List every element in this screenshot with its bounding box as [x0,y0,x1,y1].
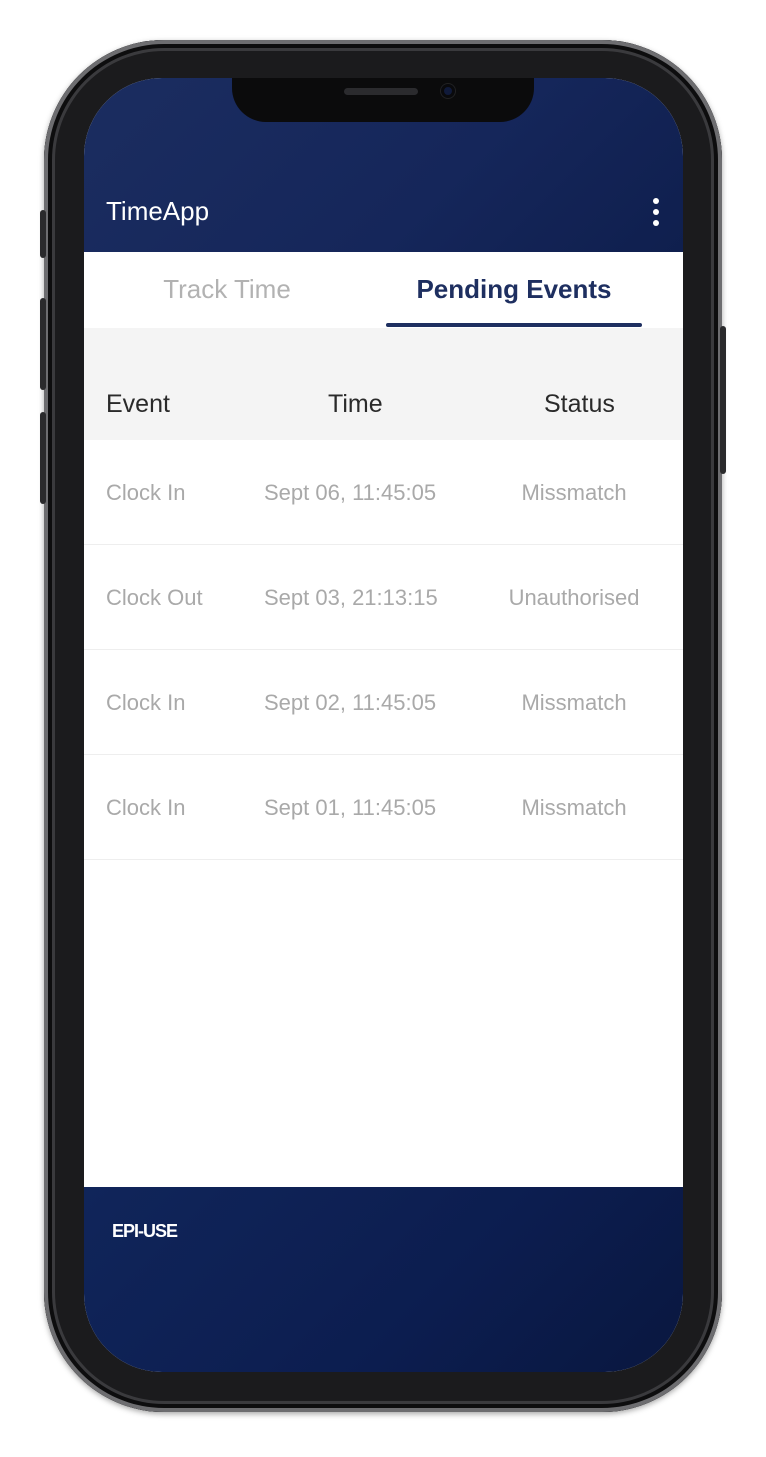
event-cell: Clock In [106,480,186,505]
footer: EPI-USE [84,1187,683,1372]
event-cell: Clock In [106,690,186,715]
time-cell: Sept 03, 21:13:15 [264,585,438,610]
table-row[interactable]: Clock In Sept 02, 11:45:05 Missmatch [84,650,683,755]
phone-side-button [40,210,46,258]
column-header-status: Status [544,390,615,418]
speaker [344,88,418,95]
table-row[interactable]: Clock In Sept 06, 11:45:05 Missmatch [84,440,683,545]
phone-screen: TimeApp Track Time Pending Events Event … [84,78,683,1372]
app-title: TimeApp [106,196,210,226]
status-cell: Missmatch [521,480,627,505]
tab-pending-events[interactable]: Pending Events [386,274,642,305]
event-cell: Clock In [106,795,186,820]
column-header-event: Event [106,390,170,418]
tab-bar: Track Time Pending Events [84,252,683,328]
event-cell: Clock Out [106,585,203,610]
notch [232,78,534,122]
time-cell: Sept 06, 11:45:05 [264,480,437,505]
status-cell: Missmatch [521,690,627,715]
phone-side-button [720,326,726,474]
table-row[interactable]: Clock In Sept 01, 11:45:05 Missmatch [84,755,683,860]
camera [441,84,455,98]
phone-side-button [40,298,46,390]
app-bar: TimeApp [84,78,683,252]
time-cell: Sept 02, 11:45:05 [264,690,437,715]
column-header-time: Time [328,390,383,418]
status-cell: Unauthorised [508,585,640,610]
company-logo: EPI-USE [112,1221,178,1241]
time-cell: Sept 01, 11:45:05 [264,795,437,820]
phone-side-button [40,412,46,504]
table-row[interactable]: Clock Out Sept 03, 21:13:15 Unauthorised [84,545,683,650]
active-tab-indicator [386,323,642,327]
tab-track-time[interactable]: Track Time [122,274,332,305]
event-list: Clock In Sept 06, 11:45:05 Missmatch Clo… [84,440,683,860]
table-header: Event Time Status [84,328,683,440]
status-cell: Missmatch [521,795,627,820]
more-vertical-icon[interactable] [651,198,661,232]
